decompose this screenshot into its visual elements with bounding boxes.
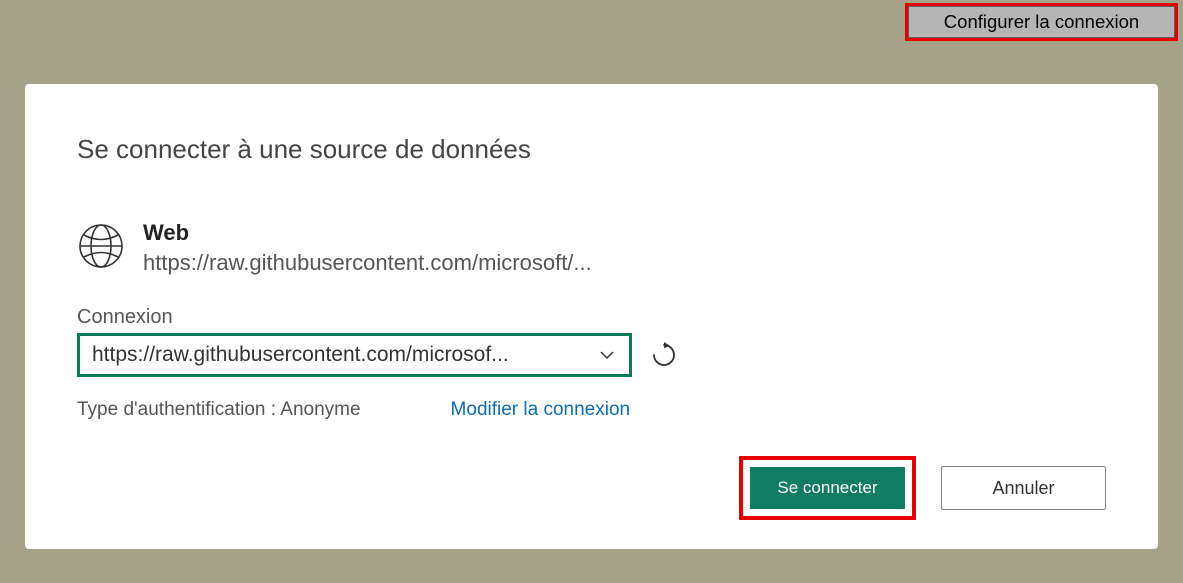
connect-button-label: Se connecter: [777, 478, 877, 497]
top-bar: Configurer la connexion: [0, 0, 1183, 44]
chevron-down-icon: [597, 345, 617, 365]
auth-row: Type d'authentification : Anonyme Modifi…: [77, 399, 1106, 421]
auth-type-label: Type d'authentification : Anonyme: [77, 399, 361, 421]
datasource-row: Web https://raw.githubusercontent.com/mi…: [77, 220, 1106, 276]
configure-connection-label: Configurer la connexion: [944, 11, 1139, 33]
globe-icon: [77, 222, 125, 270]
connect-button-highlight: Se connecter: [739, 456, 916, 520]
cancel-button-label: Annuler: [992, 478, 1054, 498]
connection-select-row: https://raw.githubusercontent.com/micros…: [77, 333, 1106, 377]
connection-field-label: Connexion: [77, 306, 1106, 329]
connection-select[interactable]: https://raw.githubusercontent.com/micros…: [77, 333, 632, 377]
refresh-icon[interactable]: [650, 341, 678, 369]
datasource-text: Web https://raw.githubusercontent.com/mi…: [143, 220, 592, 276]
edit-connection-link[interactable]: Modifier la connexion: [451, 399, 631, 421]
dialog-title: Se connecter à une source de données: [77, 134, 1106, 165]
cancel-button[interactable]: Annuler: [941, 466, 1106, 510]
configure-connection-button[interactable]: Configurer la connexion: [905, 3, 1178, 41]
datasource-name: Web: [143, 220, 592, 246]
dialog-buttons: Se connecter Annuler: [77, 456, 1106, 520]
connect-button[interactable]: Se connecter: [750, 467, 905, 509]
connect-datasource-dialog: Se connecter à une source de données Web…: [25, 84, 1158, 549]
datasource-url: https://raw.githubusercontent.com/micros…: [143, 250, 592, 276]
connection-select-value: https://raw.githubusercontent.com/micros…: [92, 343, 509, 367]
